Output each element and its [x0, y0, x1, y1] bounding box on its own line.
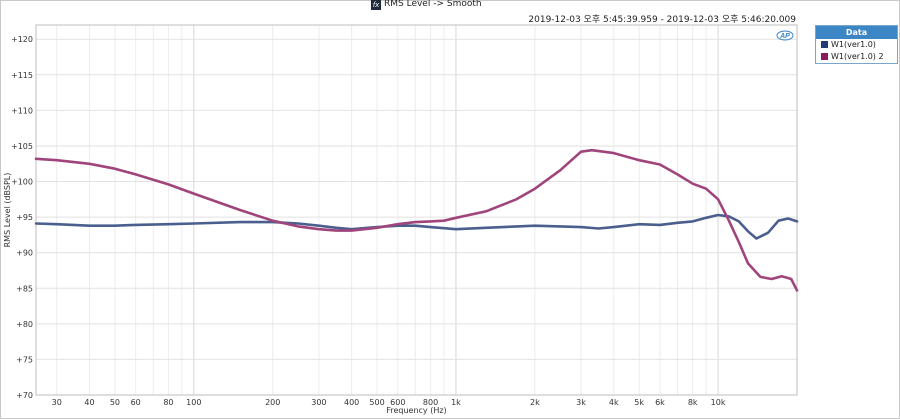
x-tick-label: 6k	[655, 398, 665, 407]
ap-logo-icon: AP	[776, 30, 794, 41]
x-tick-label: 500	[369, 398, 384, 407]
plot-border	[35, 24, 798, 396]
x-tick-label: 4k	[609, 398, 619, 407]
y-tick-label: +70	[16, 391, 33, 400]
x-tick-label: 5k	[634, 398, 644, 407]
series-line-2	[34, 148, 799, 292]
x-tick-label: 60	[131, 398, 141, 407]
legend-item[interactable]: W1(ver1.0) 2	[816, 51, 897, 63]
svg-text:AP: AP	[779, 33, 790, 40]
y-tick-label: +90	[16, 249, 33, 258]
x-tick-label: 2k	[530, 398, 540, 407]
y-tick-label: +105	[11, 142, 33, 151]
x-tick-label: 50	[110, 398, 120, 407]
y-tick-label: +80	[16, 320, 33, 329]
legend-swatch	[821, 53, 828, 60]
x-tick-label: 8k	[688, 398, 698, 407]
legend-item-label: W1(ver1.0)	[831, 40, 876, 49]
legend-header: Data	[816, 26, 897, 39]
y-tick-label: +115	[11, 71, 33, 80]
y-tick-label: +85	[16, 284, 33, 293]
x-tick-label: 30	[52, 398, 62, 407]
x-tick-label: 200	[265, 398, 280, 407]
legend-item[interactable]: W1(ver1.0)	[816, 39, 897, 51]
x-axis-label: Frequency (Hz)	[386, 406, 446, 415]
chart-window: fx RMS Level -> Smooth 2019-12-03 오후 5:4…	[0, 0, 900, 419]
y-tick-label: +120	[11, 35, 33, 44]
x-tick-label: 300	[311, 398, 326, 407]
x-tick-label: 3k	[576, 398, 586, 407]
series-line-1	[34, 213, 799, 240]
y-tick-label: +75	[16, 355, 33, 364]
plot-area[interactable]: +70 +75 +80 +85 +90 +95 +100 +105 +110 +115 +120 30…	[0, 0, 900, 419]
y-tick-label: +110	[11, 106, 33, 115]
x-tick-label: 400	[344, 398, 359, 407]
x-tick-label: 40	[84, 398, 94, 407]
x-tick-label: 100	[186, 398, 201, 407]
y-tick-label: +100	[11, 178, 33, 187]
legend-swatch	[821, 41, 828, 48]
y-tick-label: +95	[16, 213, 33, 222]
y-axis-label: RMS Level (dBSPL)	[3, 173, 12, 248]
x-tick-label: 10k	[711, 398, 726, 407]
legend-item-label: W1(ver1.0) 2	[831, 52, 884, 61]
legend-panel: Data W1(ver1.0) W1(ver1.0) 2	[815, 25, 898, 64]
x-tick-label: 80	[163, 398, 173, 407]
x-tick-label: 1k	[451, 398, 461, 407]
